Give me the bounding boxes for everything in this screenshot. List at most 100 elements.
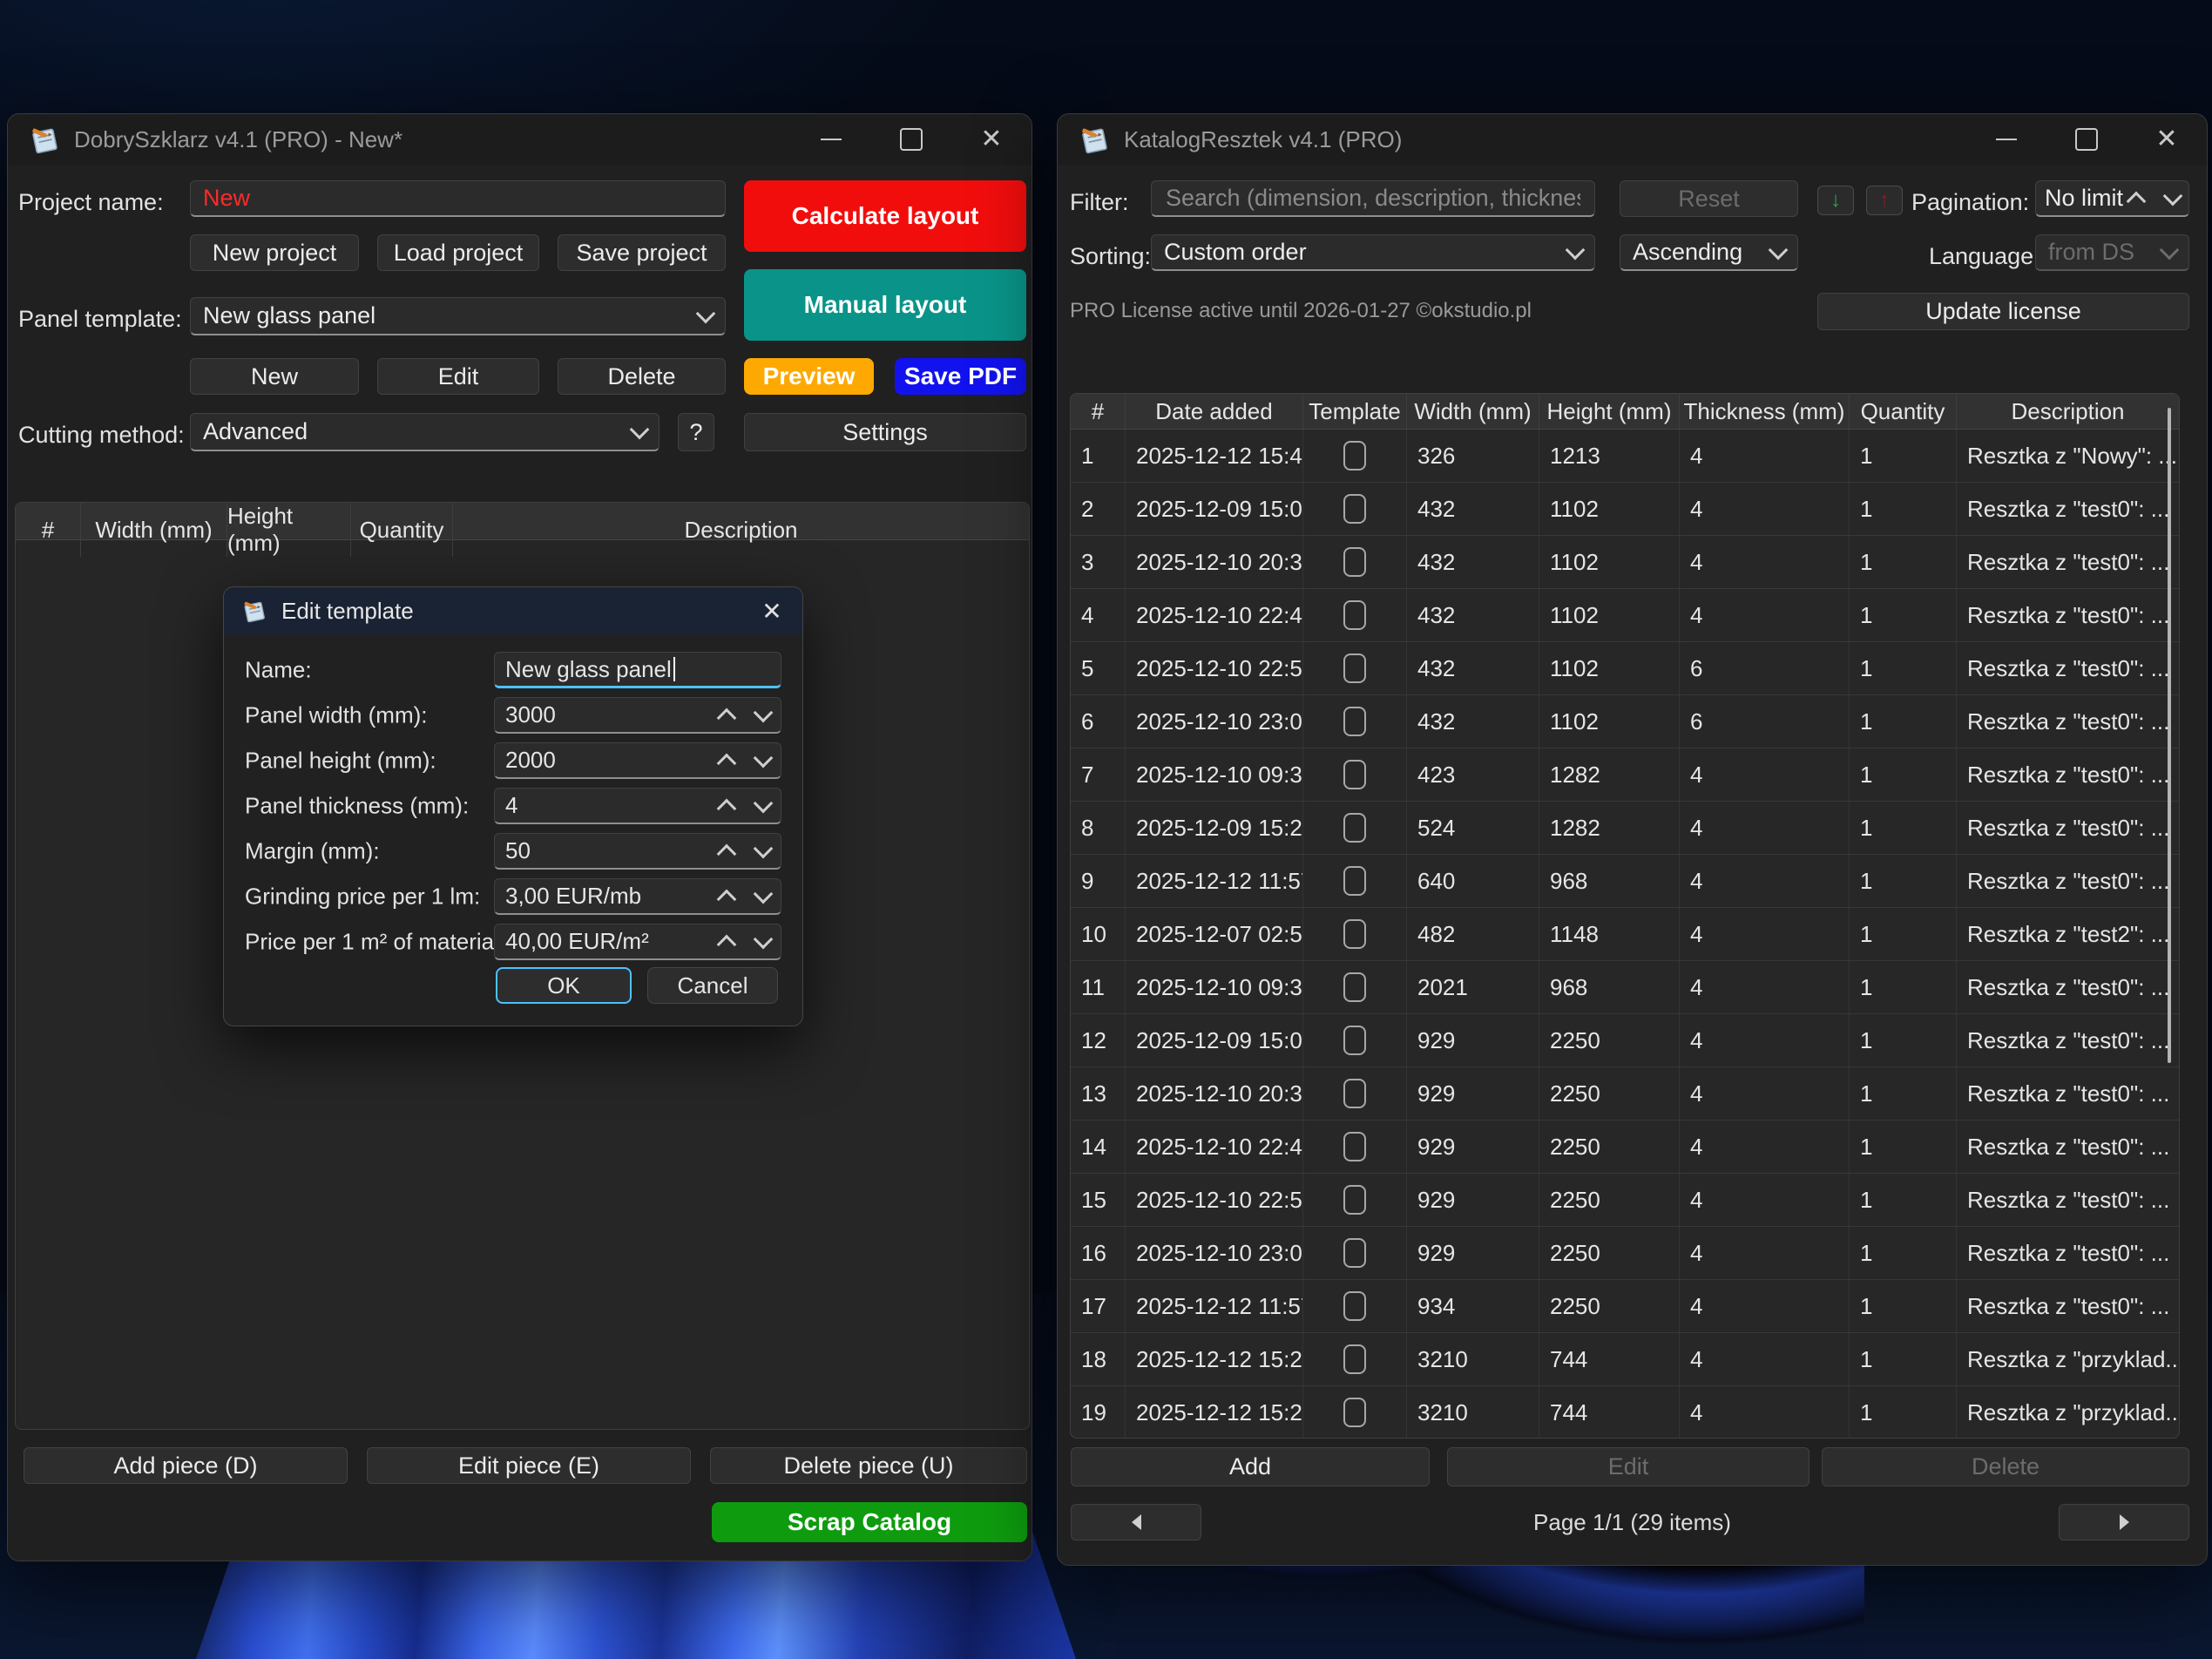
template-checkbox[interactable] <box>1343 1132 1366 1161</box>
right-titlebar[interactable]: KatalogResztek v4.1 (PRO) ✕ <box>1058 114 2207 165</box>
edit-piece-button[interactable]: Edit piece (E) <box>367 1447 691 1484</box>
template-checkbox[interactable] <box>1343 1238 1366 1268</box>
template-checkbox[interactable] <box>1343 1291 1366 1321</box>
preview-button[interactable]: Preview <box>744 358 874 395</box>
save-pdf-button[interactable]: Save PDF <box>895 358 1026 395</box>
minimize-button[interactable] <box>1966 114 2046 165</box>
template-checkbox[interactable] <box>1343 1398 1366 1427</box>
chevron-down-icon[interactable] <box>754 838 774 858</box>
table-row[interactable]: 1 2025-12-12 15:45 326 1213 4 1 Resztka … <box>1071 430 2179 483</box>
table-row[interactable]: 3 2025-12-10 20:30 432 1102 4 1 Resztka … <box>1071 536 2179 589</box>
scrap-catalog-button[interactable]: Scrap Catalog <box>712 1502 1027 1542</box>
delete-piece-button[interactable]: Delete piece (U) <box>710 1447 1027 1484</box>
table-row[interactable]: 12 2025-12-09 15:09 929 2250 4 1 Resztka… <box>1071 1014 2179 1067</box>
table-row[interactable]: 16 2025-12-10 23:07 929 2250 4 1 Resztka… <box>1071 1227 2179 1280</box>
table-row[interactable]: 9 2025-12-12 11:57 640 968 4 1 Resztka z… <box>1071 855 2179 908</box>
previous-page-button[interactable] <box>1071 1504 1201 1540</box>
table-row[interactable]: 15 2025-12-10 22:59 929 2250 4 1 Resztka… <box>1071 1174 2179 1227</box>
minimize-button[interactable] <box>791 114 871 165</box>
ok-button[interactable]: OK <box>496 967 632 1004</box>
table-row[interactable]: 17 2025-12-12 11:57 934 2250 4 1 Resztka… <box>1071 1280 2179 1333</box>
maximize-button[interactable] <box>2046 114 2127 165</box>
chevron-up-icon[interactable] <box>717 708 737 728</box>
chevron-down-icon[interactable] <box>754 702 774 722</box>
chevron-down-icon[interactable] <box>754 793 774 813</box>
left-titlebar[interactable]: DobrySzklarz v4.1 (PRO) - New* ✕ <box>8 114 1032 165</box>
table-row[interactable]: 4 2025-12-10 22:46 432 1102 4 1 Resztka … <box>1071 589 2179 642</box>
template-checkbox[interactable] <box>1343 707 1366 736</box>
chevron-up-icon[interactable] <box>717 934 737 954</box>
chevron-up-icon[interactable] <box>717 889 737 909</box>
chevron-up-icon[interactable] <box>717 753 737 773</box>
template-delete-button[interactable]: Delete <box>558 358 726 395</box>
cancel-button[interactable]: Cancel <box>647 967 778 1004</box>
sort-direction-dropdown[interactable]: Ascending <box>1620 234 1798 271</box>
spin-field[interactable]: 4 <box>494 788 781 824</box>
project-name-field[interactable]: New <box>190 180 726 217</box>
import-button[interactable]: ↓ <box>1817 186 1854 215</box>
chevron-up-icon[interactable] <box>717 798 737 818</box>
template-edit-button[interactable]: Edit <box>377 358 539 395</box>
template-checkbox[interactable] <box>1343 1079 1366 1108</box>
template-checkbox[interactable] <box>1343 1185 1366 1215</box>
panel-template-dropdown[interactable]: New glass panel <box>190 297 726 335</box>
cutting-method-dropdown[interactable]: Advanced <box>190 413 660 451</box>
manual-layout-button[interactable]: Manual layout <box>744 269 1026 341</box>
table-row[interactable]: 2 2025-12-09 15:09 432 1102 4 1 Resztka … <box>1071 483 2179 536</box>
save-project-button[interactable]: Save project <box>558 234 726 271</box>
close-button[interactable]: ✕ <box>951 114 1032 165</box>
template-checkbox[interactable] <box>1343 1026 1366 1055</box>
spin-field[interactable]: 50 <box>494 833 781 870</box>
spin-field[interactable]: 2000 <box>494 742 781 779</box>
template-checkbox[interactable] <box>1343 972 1366 1002</box>
maximize-button[interactable] <box>871 114 951 165</box>
update-license-button[interactable]: Update license <box>1817 293 2189 330</box>
catalog-add-button[interactable]: Add <box>1071 1447 1430 1486</box>
load-project-button[interactable]: Load project <box>377 234 539 271</box>
template-checkbox[interactable] <box>1343 600 1366 630</box>
chevron-up-icon[interactable] <box>717 843 737 863</box>
chevron-down-icon[interactable] <box>754 748 774 768</box>
table-row[interactable]: 19 2025-12-12 15:29 3210 744 4 1 Resztka… <box>1071 1386 2179 1439</box>
new-project-button[interactable]: New project <box>190 234 359 271</box>
pagination-spinner[interactable]: No limit <box>2035 180 2189 217</box>
dialog-titlebar[interactable]: Edit template ✕ <box>224 587 802 634</box>
calculate-layout-button[interactable]: Calculate layout <box>744 180 1026 252</box>
template-new-button[interactable]: New <box>190 358 359 395</box>
catalog-delete-button[interactable]: Delete <box>1822 1447 2189 1486</box>
template-checkbox[interactable] <box>1343 653 1366 683</box>
help-button[interactable]: ? <box>678 413 714 451</box>
catalog-edit-button[interactable]: Edit <box>1447 1447 1810 1486</box>
template-checkbox[interactable] <box>1343 866 1366 896</box>
spin-field[interactable]: 40,00 EUR/m² <box>494 924 781 960</box>
table-row[interactable]: 6 2025-12-10 23:07 432 1102 6 1 Resztka … <box>1071 695 2179 748</box>
next-page-button[interactable] <box>2059 1504 2189 1540</box>
dialog-close-button[interactable]: ✕ <box>741 587 802 634</box>
search-input[interactable] <box>1164 184 1582 213</box>
settings-button[interactable]: Settings <box>744 413 1026 451</box>
spin-field[interactable]: 3,00 EUR/mb <box>494 878 781 915</box>
template-checkbox[interactable] <box>1343 760 1366 789</box>
table-row[interactable]: 7 2025-12-10 09:39 423 1282 4 1 Resztka … <box>1071 748 2179 802</box>
template-checkbox[interactable] <box>1343 547 1366 577</box>
template-checkbox[interactable] <box>1343 494 1366 524</box>
table-row[interactable]: 8 2025-12-09 15:28 524 1282 4 1 Resztka … <box>1071 802 2179 855</box>
name-field[interactable]: New glass panel <box>494 652 781 688</box>
chevron-down-icon[interactable] <box>754 884 774 904</box>
spin-field[interactable]: 3000 <box>494 697 781 734</box>
export-button[interactable]: ↑ <box>1866 186 1903 215</box>
template-checkbox[interactable] <box>1343 1344 1366 1374</box>
chevron-up-icon[interactable] <box>2127 191 2147 211</box>
language-dropdown[interactable]: from DS <box>2035 234 2189 271</box>
table-row[interactable]: 10 2025-12-07 02:56 482 1148 4 1 Resztka… <box>1071 908 2179 961</box>
template-checkbox[interactable] <box>1343 919 1366 949</box>
close-button[interactable]: ✕ <box>2127 114 2207 165</box>
table-row[interactable]: 11 2025-12-10 09:39 2021 968 4 1 Resztka… <box>1071 961 2179 1014</box>
table-row[interactable]: 13 2025-12-10 20:30 929 2250 4 1 Resztka… <box>1071 1067 2179 1121</box>
filter-search-field[interactable] <box>1151 180 1595 217</box>
sorting-dropdown[interactable]: Custom order <box>1151 234 1595 271</box>
chevron-down-icon[interactable] <box>2163 186 2183 206</box>
template-checkbox[interactable] <box>1343 441 1366 471</box>
template-checkbox[interactable] <box>1343 813 1366 843</box>
table-row[interactable]: 5 2025-12-10 22:59 432 1102 6 1 Resztka … <box>1071 642 2179 695</box>
